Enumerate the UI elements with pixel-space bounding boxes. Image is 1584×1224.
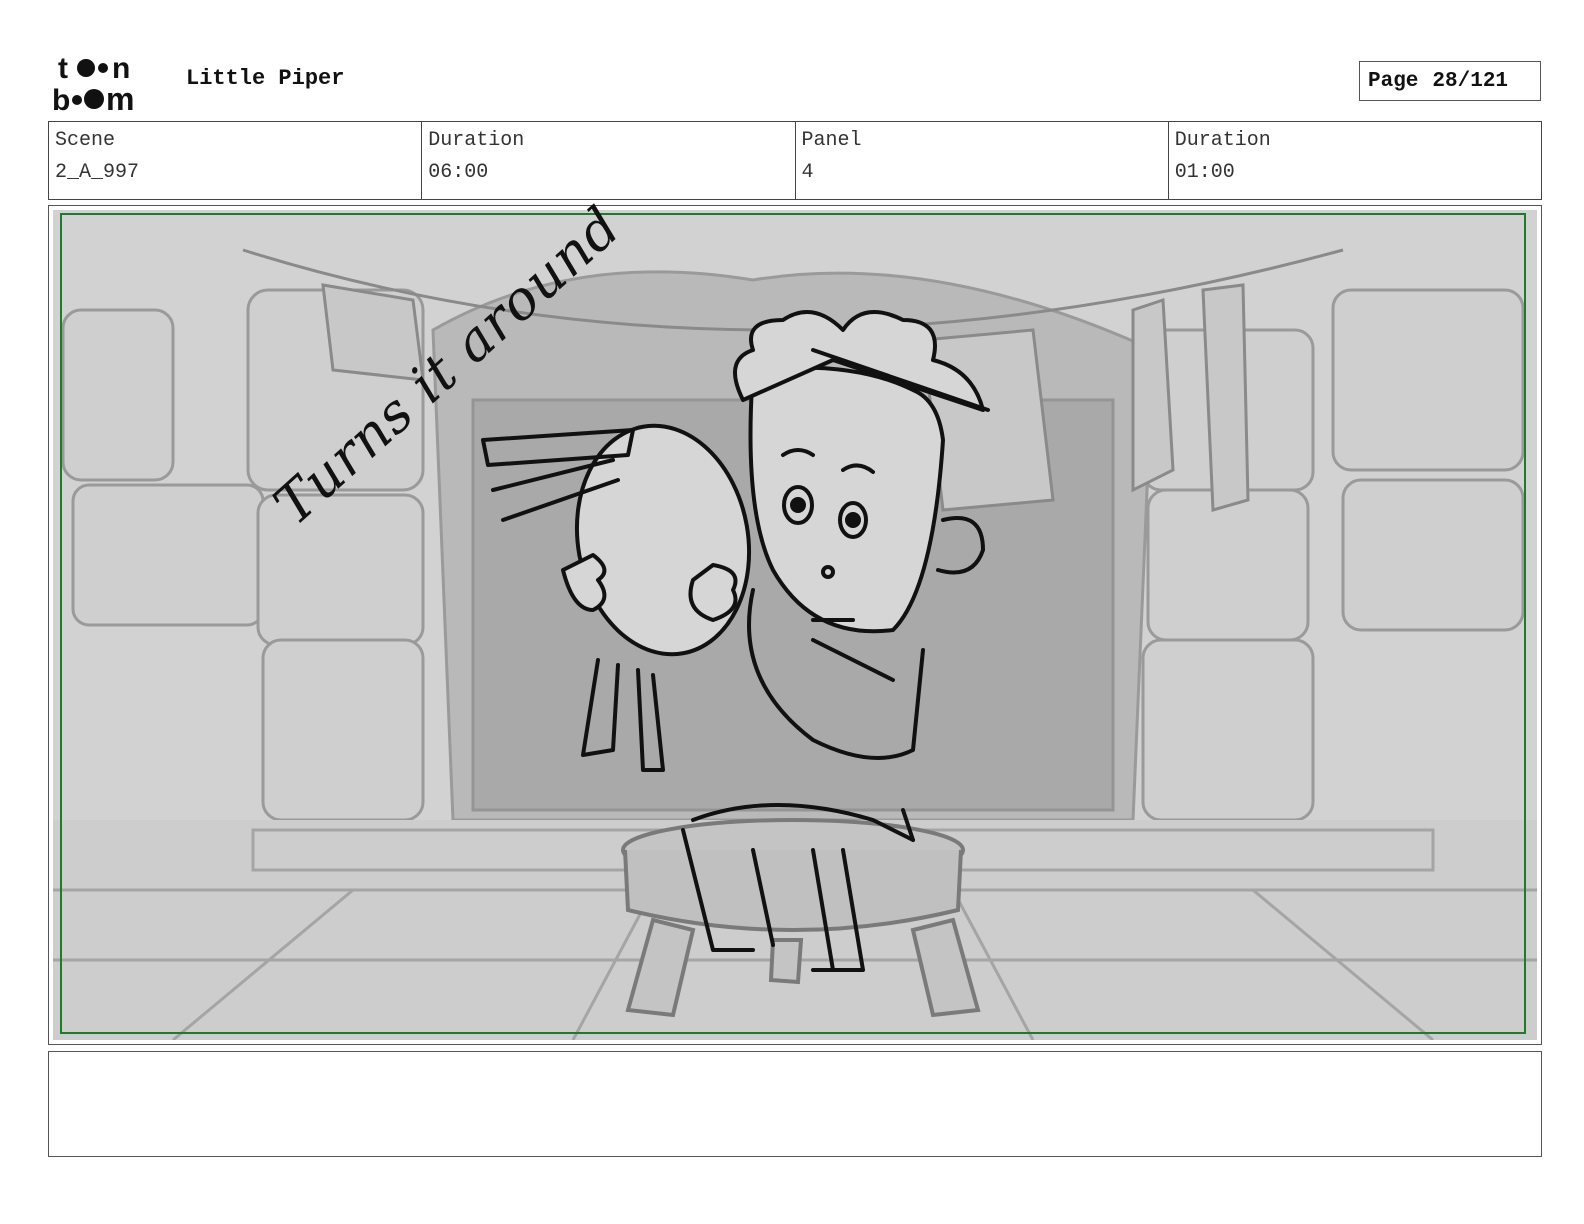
page-number: 28/121 [1432, 69, 1509, 93]
scene-duration-value: 06:00 [428, 161, 489, 184]
scene-cell: Scene 2_A_997 [49, 122, 423, 199]
panel-cell: Panel 4 [796, 122, 1169, 199]
page-label: Page [1368, 69, 1419, 93]
panel-duration-cell: Duration 01:00 [1169, 122, 1541, 199]
scene-duration-label: Duration [428, 129, 525, 152]
notes-box[interactable] [48, 1051, 1542, 1157]
svg-text:t: t [58, 52, 68, 85]
svg-text:b: b [52, 84, 70, 112]
storyboard-panel: Turns it around [48, 194, 1542, 1045]
svg-text:m: m [106, 81, 134, 112]
project-title: Little Piper [186, 66, 345, 91]
panel-duration-value: 01:00 [1174, 161, 1235, 184]
panel-duration-label: Duration [1174, 129, 1271, 152]
toon-boom-logo: t n b m [52, 52, 134, 112]
scene-duration-cell: Duration 06:00 [422, 122, 796, 199]
page-indicator: Page 28/121 [1359, 61, 1541, 101]
panel-sketch [53, 210, 1537, 1040]
panel-label: Panel [801, 129, 862, 152]
scene-info-table: Scene 2_A_997 Duration 06:00 Panel 4 Dur… [48, 121, 1542, 200]
scene-label: Scene [55, 129, 116, 152]
panel-value: 4 [801, 161, 814, 184]
scene-value: 2_A_997 [55, 161, 140, 184]
